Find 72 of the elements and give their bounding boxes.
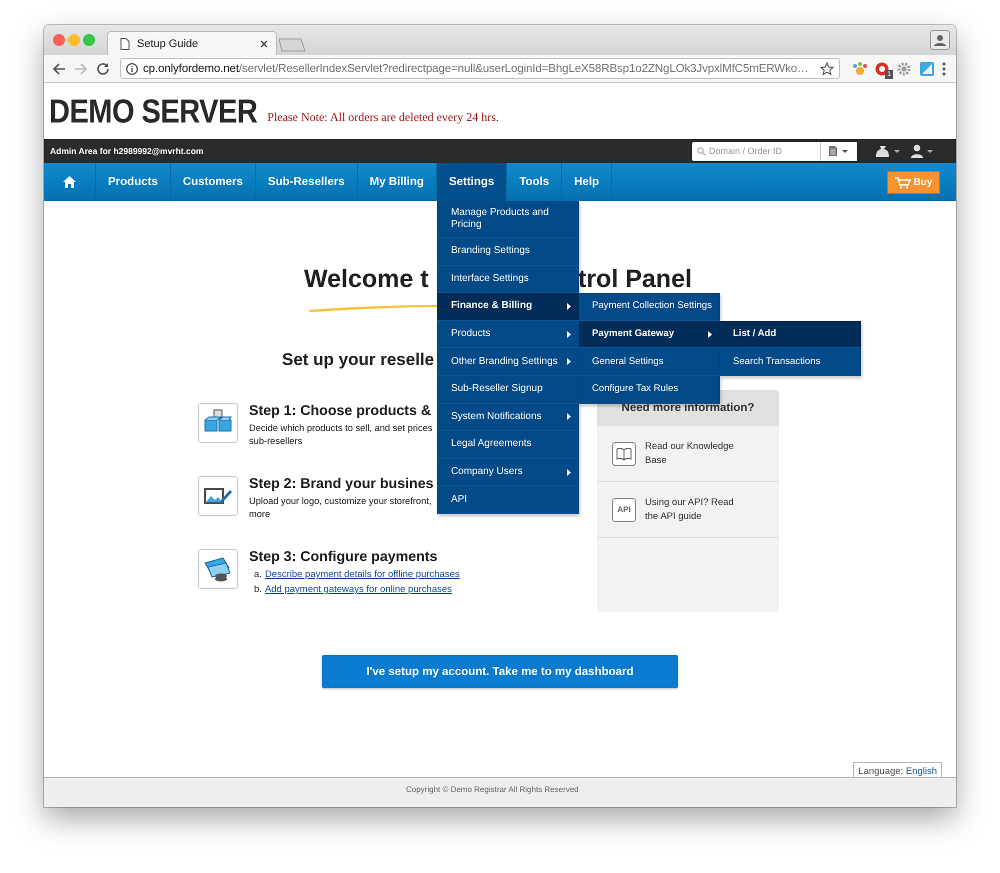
step-title: Step 3: Configure payments: [249, 549, 438, 565]
copyright-text: Copyright © Demo Registrar All Rights Reserved: [406, 785, 579, 794]
list-marker: b.: [254, 583, 262, 596]
close-icon[interactable]: [260, 40, 268, 48]
menu-item[interactable]: Sub-Reseller Signup: [436, 376, 579, 404]
api-badge: API: [612, 498, 636, 522]
page-icon: [120, 38, 130, 50]
step-link[interactable]: Describe payment details for offline purchases: [264, 568, 460, 581]
user-icon[interactable]: [910, 144, 934, 158]
image-pencil-icon: [198, 476, 238, 516]
profile-icon[interactable]: [930, 30, 950, 50]
address-field[interactable]: cp.onlyfordemo.net/servlet/ResellerIndexServlet?redirectpage=null&userLoginId=BhgLeX58RBsp1o2ZNgLOk3JvpxlMfC5mERWko…: [120, 58, 840, 79]
nav-tab[interactable]: Settings: [436, 163, 508, 201]
step-description: Upload your logo, customize your storefront,: [249, 495, 432, 508]
cart-icon: [894, 176, 911, 188]
nav-tab[interactable]: Products: [96, 163, 171, 201]
menu-item[interactable]: Finance & Billing: [436, 293, 579, 321]
menu-item[interactable]: List / Add: [720, 320, 861, 348]
step-description: sub-resellers: [249, 435, 304, 448]
submenu-arrow-icon: [566, 413, 571, 420]
nav-tab[interactable]: Tools: [507, 163, 562, 201]
menu-icon[interactable]: [942, 62, 946, 76]
submenu-arrow-icon: [566, 330, 571, 338]
menu-item[interactable]: Legal Agreements: [436, 431, 579, 459]
menu-item[interactable]: Manage Products and Pricing: [436, 201, 579, 238]
submenu-arrow-icon: [566, 358, 571, 366]
logo: DEMO SERVER: [49, 94, 258, 130]
menu-item[interactable]: Search Transactions: [720, 348, 861, 376]
step-title: Step 1: Choose products &: [249, 403, 432, 419]
setup-heading: Set up your reselle: [282, 350, 434, 369]
info-icon: [126, 62, 138, 74]
step-title: Step 2: Brand your busines: [249, 476, 434, 492]
welcome-heading: trol Panel: [578, 264, 692, 294]
browser-tab[interactable]: Setup Guide: [107, 31, 277, 55]
money-bag-icon[interactable]: [875, 144, 901, 158]
search-field[interactable]: Domain / Order ID: [692, 142, 820, 160]
menu-item[interactable]: API: [436, 486, 579, 514]
list-marker: a.: [254, 568, 262, 581]
book-icon: [612, 442, 636, 466]
submenu-arrow-icon: [566, 468, 571, 476]
menu-item[interactable]: Payment Gateway: [578, 320, 720, 348]
nav-tab[interactable]: Sub-Resellers: [256, 163, 358, 201]
menu-item[interactable]: Products: [436, 320, 579, 348]
menu-item[interactable]: General Settings: [578, 348, 720, 376]
home-icon: [63, 176, 76, 188]
submenu-arrow-icon: [566, 302, 571, 310]
reload-icon[interactable]: [96, 62, 110, 76]
boxes-icon: [198, 403, 238, 443]
gear-icon[interactable]: [896, 60, 912, 76]
star-icon[interactable]: [820, 62, 834, 76]
menu-item[interactable]: Branding Settings: [436, 238, 579, 266]
menu-item[interactable]: System Notifications: [436, 404, 579, 432]
step-description: more: [249, 508, 272, 521]
welcome-heading: Welcome t: [304, 264, 428, 294]
back-icon[interactable]: [52, 62, 66, 76]
info-link[interactable]: Using our API? Read the API guide: [645, 496, 745, 524]
nav-tab[interactable]: Customers: [170, 163, 256, 201]
menu-item[interactable]: Company Users: [436, 458, 579, 486]
step-link[interactable]: Add payment gateways for online purchases: [264, 583, 452, 596]
admin-area-label: Admin Area for h2989992@mvrht.com: [50, 146, 204, 156]
paw-icon[interactable]: [852, 60, 868, 76]
money-coins-icon: [198, 549, 238, 589]
submenu-arrow-icon: [708, 330, 712, 338]
language-selector[interactable]: Language: English: [853, 762, 942, 777]
info-link[interactable]: Read our Knowledge Base: [645, 440, 745, 468]
document-caret-icon: [828, 145, 850, 157]
menu-item[interactable]: Other Branding Settings: [436, 348, 579, 376]
step-description: Decide which products to sell, and set prices: [249, 422, 432, 435]
notice-text: Please Note: All orders are deleted every 24 hrs.: [267, 110, 499, 125]
search-type-dropdown[interactable]: [820, 142, 857, 160]
nav-tab[interactable]: Help: [562, 163, 612, 201]
dashboard-button[interactable]: I've setup my account. Take me to my dashboard: [322, 655, 678, 688]
